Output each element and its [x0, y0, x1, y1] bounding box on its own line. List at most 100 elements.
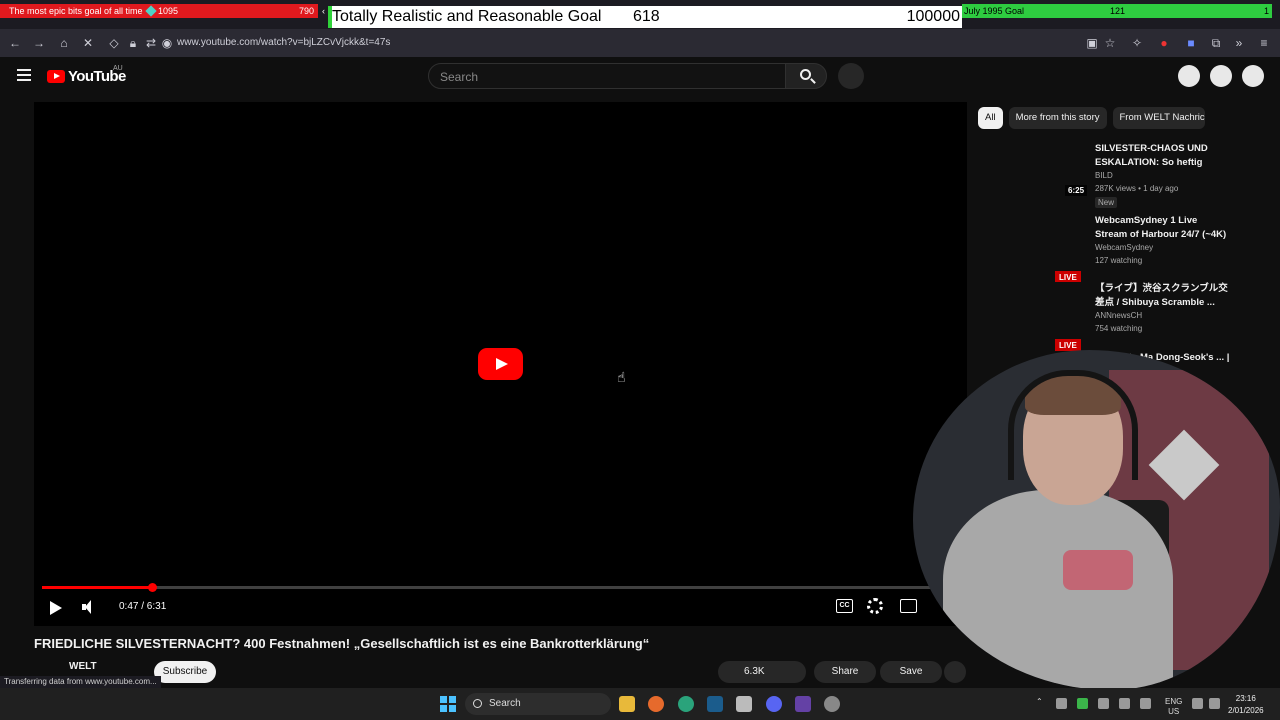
new-badge: New [1095, 197, 1118, 208]
edge-icon[interactable] [678, 696, 694, 712]
recommendation-channel[interactable]: WebcamSydney [1095, 243, 1153, 252]
tray-icon[interactable] [1077, 698, 1088, 709]
progress-fill [42, 586, 152, 589]
webcam-shirt-print [1063, 550, 1133, 590]
recommendation-item[interactable]: LIVE WebcamSydney 1 Live Stream of Harbo… [986, 214, 1266, 284]
recommendation-title[interactable]: SILVESTER-CHAOS UND ESKALATION: So hefti… [1095, 142, 1230, 169]
reload-icon[interactable]: ✕ [81, 36, 95, 50]
duration-badge: 6:25 [1065, 185, 1088, 196]
back-arrow-icon[interactable]: ← [8, 36, 22, 50]
puzzle-icon[interactable]: ⧉ [1209, 36, 1223, 50]
clock-date: 2/01/2026 [1228, 706, 1264, 715]
firefox-icon[interactable] [648, 696, 664, 712]
app-icon[interactable] [736, 696, 752, 712]
july-goal-bar: July 1995 Goal 121 1 [962, 4, 1272, 18]
streamer-webcam [913, 350, 1280, 690]
forward-arrow-icon[interactable]: → [32, 36, 46, 50]
stream-goal-overlay: The most epic bits goal of all time 1095… [0, 0, 1280, 29]
recommendation-thumbnail[interactable] [986, 282, 1086, 338]
app-icon[interactable] [795, 696, 811, 712]
language-indicator[interactable]: ENG US [1165, 697, 1182, 717]
bits-goal-label: The most epic bits goal of all time [9, 6, 143, 16]
record-icon[interactable]: ● [1157, 36, 1171, 50]
camera-icon[interactable]: ◉ [160, 36, 174, 50]
bookmark-star-icon[interactable]: ☆ [1103, 36, 1117, 50]
country-code: AU [113, 65, 123, 72]
share-button[interactable]: Share [814, 661, 876, 683]
permissions-icon[interactable]: ⇄ [144, 36, 158, 50]
voice-search-button[interactable] [838, 63, 864, 89]
settings-gear-icon[interactable] [867, 598, 883, 614]
subscribe-button[interactable]: Subscribe [154, 661, 216, 683]
language-code: ENG [1165, 697, 1183, 706]
recommendation-channel[interactable]: ANNnewsCH [1095, 311, 1142, 320]
recommendation-item[interactable]: LIVE 【ライブ】渋谷スクランブル交差点 / Shibuya Scramble… [986, 282, 1266, 352]
realistic-goal-target: 100000 [906, 8, 960, 25]
extension-icon[interactable]: ✧ [1130, 36, 1144, 50]
recommendation-thumbnail[interactable] [986, 214, 1086, 270]
search-input[interactable]: Search [428, 63, 786, 89]
file-explorer-icon[interactable] [619, 696, 635, 712]
create-button[interactable] [1178, 65, 1200, 87]
reader-view-icon[interactable]: ▣ [1085, 36, 1099, 50]
miniplayer-icon[interactable] [900, 599, 917, 613]
youtube-play-logo-icon [47, 69, 65, 83]
search-button[interactable] [785, 63, 827, 89]
chevron-up-icon[interactable]: ⌃ [1036, 697, 1043, 706]
bits-gem-icon [145, 5, 157, 17]
large-play-button[interactable] [478, 348, 523, 380]
time-display: 0:47 / 6:31 [119, 601, 167, 612]
bits-goal-bar: The most epic bits goal of all time 1095… [0, 4, 325, 18]
volume-icon[interactable] [1209, 698, 1220, 709]
home-icon[interactable]: ⌂ [57, 36, 71, 50]
bits-goal-target: 790 [298, 6, 314, 16]
closed-captions-icon[interactable]: CC [836, 599, 853, 613]
recommendation-channel[interactable]: BILD [1095, 171, 1113, 180]
chevron-left-icon: ‹ [322, 6, 325, 16]
windows-start-icon[interactable] [440, 696, 456, 712]
discord-icon[interactable] [766, 696, 782, 712]
steam-icon[interactable] [707, 696, 723, 712]
shield-icon[interactable]: ◇ [107, 36, 121, 50]
save-button[interactable]: Save [880, 661, 942, 683]
hand-cursor-icon: ☝︎ [617, 369, 626, 385]
bits-goal-value: 1095 [158, 6, 179, 16]
tray-icon[interactable] [1098, 698, 1109, 709]
tray-icon[interactable] [1056, 698, 1067, 709]
menu-icon[interactable]: ≡ [1257, 36, 1271, 50]
recommendation-item[interactable]: 6:25 SILVESTER-CHAOS UND ESKALATION: So … [986, 142, 1266, 208]
taskbar-search[interactable]: Search [465, 693, 611, 715]
channel-name[interactable]: WELT [69, 661, 97, 672]
tray-icon[interactable] [1140, 698, 1151, 709]
filter-chips: All More from this story From WELT Nachr… [978, 107, 1205, 129]
progress-bar[interactable] [42, 583, 958, 592]
scrubber-handle[interactable] [148, 583, 157, 592]
volume-icon[interactable] [82, 599, 98, 615]
chip-more-from-story[interactable]: More from this story [1008, 107, 1107, 129]
avatar[interactable] [1242, 65, 1264, 87]
recommendation-title[interactable]: WebcamSydney 1 Live Stream of Harbour 24… [1095, 214, 1230, 241]
extension-shield-icon[interactable]: ■ [1184, 36, 1198, 50]
like-button[interactable]: 6.3K [718, 661, 806, 683]
chip-from-welt[interactable]: From WELT Nachrichten [1112, 107, 1205, 129]
july-goal-value: 121 [1110, 6, 1126, 16]
taskbar-clock[interactable]: 23:16 2/01/2026 [1228, 693, 1264, 717]
recommendation-meta: 287K views • 1 day ago [1095, 184, 1179, 193]
youtube-logo[interactable]: YouTube AU [47, 65, 126, 85]
lock-icon[interactable]: 🔒︎ [126, 36, 140, 50]
search-icon [800, 69, 811, 80]
notifications-button[interactable] [1210, 65, 1232, 87]
tray-icon[interactable] [1119, 698, 1130, 709]
hamburger-menu-icon[interactable] [17, 69, 31, 81]
network-icon[interactable] [1192, 698, 1203, 709]
recommendation-meta: 754 watching [1095, 324, 1143, 333]
realistic-goal-label: Totally Realistic and Reasonable Goal [332, 8, 602, 25]
address-bar[interactable]: www.youtube.com/watch?v=bjLZCvVjckk&t=47… [177, 37, 390, 48]
play-icon[interactable] [50, 601, 62, 615]
obs-icon[interactable] [824, 696, 840, 712]
search-icon [473, 699, 482, 708]
video-player[interactable]: ☝︎ 0:47 / 6:31 CC [34, 102, 967, 626]
chip-all[interactable]: All [978, 107, 1003, 129]
overflow-chevron-icon[interactable]: » [1232, 36, 1246, 50]
recommendation-title[interactable]: 【ライブ】渋谷スクランブル交差点 / Shibuya Scramble ... [1095, 282, 1230, 309]
